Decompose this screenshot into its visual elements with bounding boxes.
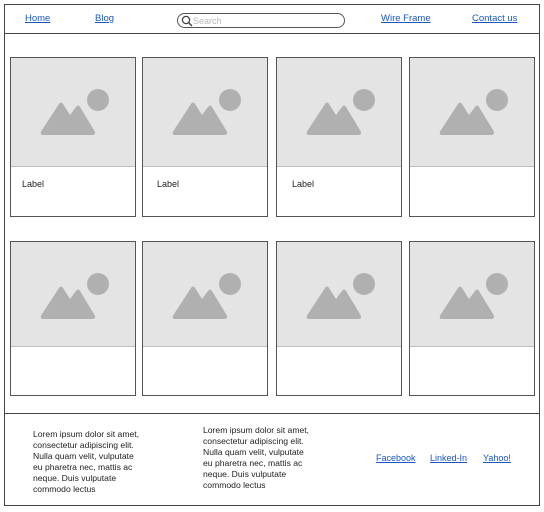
header-bar: Home Blog Wire Frame Contact us bbox=[5, 5, 539, 34]
gallery-card[interactable] bbox=[142, 241, 268, 396]
footer-link-yahoo[interactable]: Yahoo! bbox=[483, 453, 511, 463]
image-placeholder bbox=[11, 58, 135, 167]
card-label: Label bbox=[292, 179, 315, 189]
card-label: Label bbox=[22, 179, 45, 189]
image-placeholder-icon bbox=[172, 273, 241, 319]
image-placeholder bbox=[277, 242, 401, 347]
gallery-card[interactable] bbox=[276, 241, 402, 396]
image-placeholder-icon bbox=[439, 273, 508, 319]
search-icon bbox=[181, 15, 193, 27]
gallery-card[interactable]: Label bbox=[142, 57, 268, 217]
gallery-card[interactable]: Label bbox=[10, 57, 136, 217]
gallery-card[interactable] bbox=[409, 241, 535, 396]
image-placeholder bbox=[143, 58, 267, 167]
image-placeholder bbox=[410, 242, 534, 347]
gallery-card[interactable]: Label bbox=[276, 57, 402, 217]
image-placeholder-icon bbox=[306, 89, 375, 135]
footer-divider bbox=[5, 413, 539, 414]
image-placeholder-icon bbox=[40, 89, 109, 135]
footer-link-linkedin[interactable]: Linked-In bbox=[430, 453, 467, 463]
footer-text-block: Lorem ipsum dolor sit amet, consectetur … bbox=[203, 425, 310, 490]
image-placeholder-icon bbox=[172, 89, 241, 135]
card-label: Label bbox=[157, 179, 180, 189]
gallery-card[interactable] bbox=[10, 241, 136, 396]
nav-link-blog[interactable]: Blog bbox=[95, 13, 114, 24]
nav-link-wire-frame[interactable]: Wire Frame bbox=[381, 13, 431, 24]
image-placeholder bbox=[11, 242, 135, 347]
image-placeholder bbox=[410, 58, 534, 167]
image-placeholder bbox=[277, 58, 401, 167]
image-placeholder-icon bbox=[40, 273, 109, 319]
search-input[interactable] bbox=[193, 14, 338, 27]
wireframe-page: Home Blog Wire Frame Contact us Label bbox=[4, 4, 540, 506]
image-placeholder-icon bbox=[439, 89, 508, 135]
image-placeholder bbox=[143, 242, 267, 347]
search-box[interactable] bbox=[177, 13, 345, 28]
image-placeholder-icon bbox=[306, 273, 375, 319]
gallery-card[interactable] bbox=[409, 57, 535, 217]
footer-text-block: Lorem ipsum dolor sit amet, consectetur … bbox=[33, 429, 140, 494]
footer-link-facebook[interactable]: Facebook bbox=[376, 453, 416, 463]
nav-link-home[interactable]: Home bbox=[25, 13, 50, 24]
nav-link-contact-us[interactable]: Contact us bbox=[472, 13, 517, 24]
